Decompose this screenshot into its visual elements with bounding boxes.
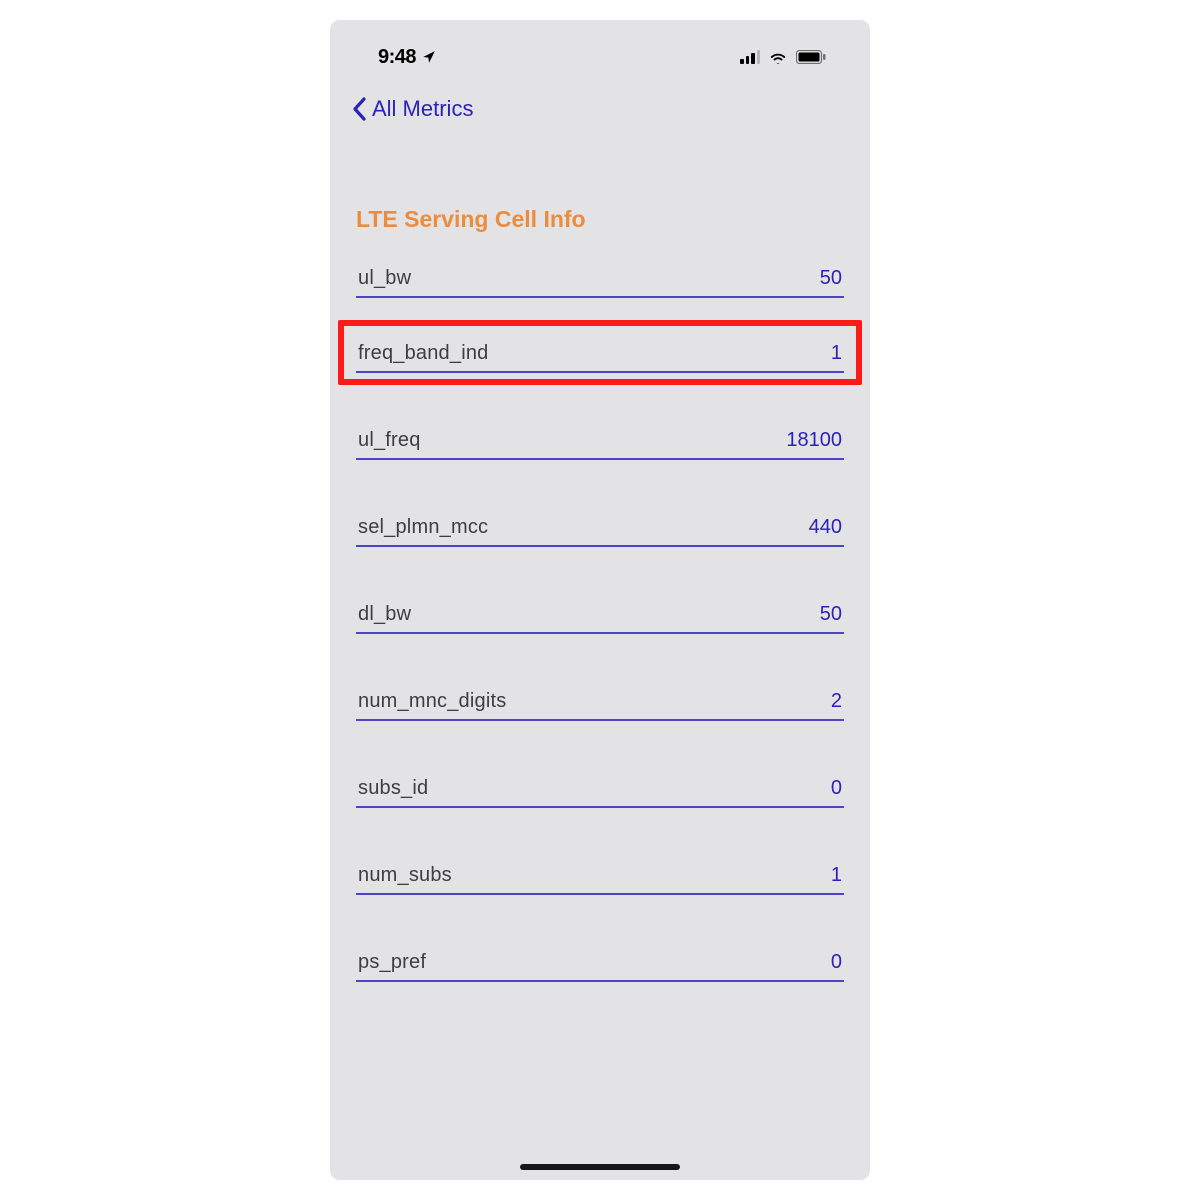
status-time: 9:48 [378,46,416,69]
metric-row[interactable]: dl_bw 50 [356,547,844,634]
metric-row[interactable]: sel_plmn_mcc 440 [356,460,844,547]
metric-row[interactable]: num_subs 1 [356,808,844,895]
metric-label: freq_band_ind [358,342,489,365]
back-button[interactable]: All Metrics [352,96,473,122]
metric-label: ul_bw [358,267,411,290]
wifi-icon [768,50,788,64]
metric-label: ps_pref [358,951,426,974]
metric-value: 50 [820,603,842,626]
metric-value: 440 [809,516,842,539]
chevron-left-icon [352,97,368,121]
status-left: 9:48 [378,46,436,69]
stage: 9:48 [0,0,1200,1200]
metric-value: 1 [831,342,842,365]
metric-value: 2 [831,690,842,713]
metric-label: ul_freq [358,429,421,452]
metric-value: 50 [820,267,842,290]
section-title: LTE Serving Cell Info [356,206,844,233]
battery-full-icon [796,50,826,64]
status-right [740,50,826,64]
metric-value: 0 [831,951,842,974]
metric-row[interactable]: num_mnc_digits 2 [356,634,844,721]
cellular-signal-icon [740,50,760,64]
metric-value: 1 [831,864,842,887]
location-arrow-icon [422,50,436,64]
metric-value: 18100 [786,429,842,452]
metric-value: 0 [831,777,842,800]
metric-label: dl_bw [358,603,411,626]
status-bar: 9:48 [330,42,870,72]
metric-row[interactable]: ul_bw 50 [356,241,844,298]
phone-screen: 9:48 [330,20,870,1180]
home-indicator[interactable] [520,1164,680,1170]
metric-label: subs_id [358,777,428,800]
metric-row[interactable]: subs_id 0 [356,721,844,808]
metric-label: num_mnc_digits [358,690,506,713]
content: LTE Serving Cell Info ul_bw 50 freq_band… [330,206,870,982]
metrics-list: ul_bw 50 freq_band_ind 1 ul_freq 18100 [356,241,844,982]
metric-label: num_subs [358,864,452,887]
back-label: All Metrics [372,96,473,122]
metric-label: sel_plmn_mcc [358,516,488,539]
metric-row[interactable]: ps_pref 0 [356,895,844,982]
metric-row[interactable]: freq_band_ind 1 [356,298,844,373]
metric-row[interactable]: ul_freq 18100 [356,373,844,460]
